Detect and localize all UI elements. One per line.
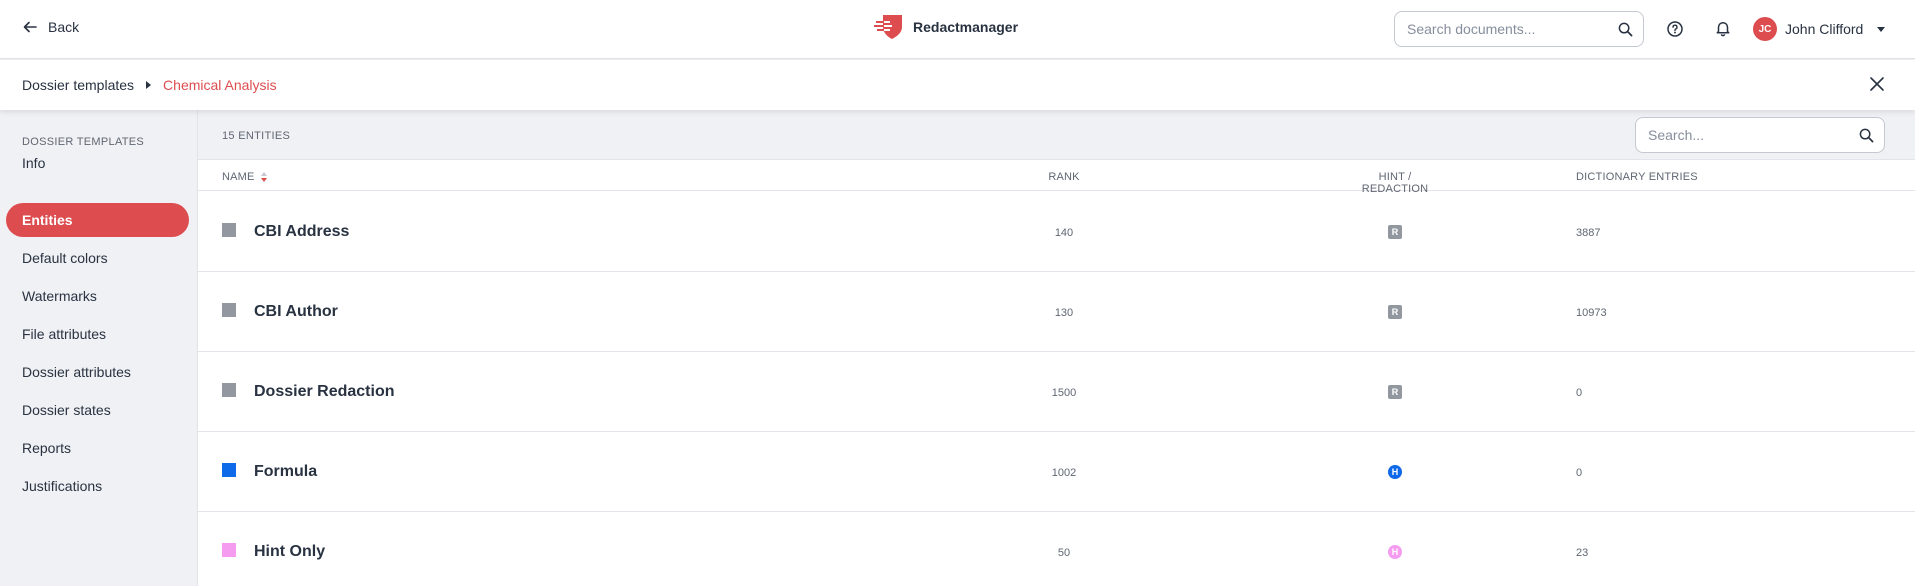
sidebar-item-entities[interactable]: Entities	[6, 203, 189, 237]
sidebar-item-reports[interactable]: Reports	[6, 431, 189, 465]
search-icon[interactable]	[1859, 128, 1874, 143]
breadcrumb: Dossier templates Chemical Analysis	[22, 77, 277, 93]
breadcrumb-current[interactable]: Chemical Analysis	[163, 77, 277, 93]
entity-rank: 50	[1057, 547, 1071, 559]
document-search	[1394, 11, 1644, 47]
app-logo: Redactmanager	[874, 13, 1018, 41]
sidebar-item-file-attributes[interactable]: File attributes	[6, 317, 189, 351]
entities-panel: 15 ENTITIES NAME RANK HINT / REDACTION D…	[197, 110, 1915, 586]
app-name: Redactmanager	[913, 19, 1019, 35]
sidebar-item-justifications[interactable]: Justifications	[6, 469, 189, 503]
table-header: NAME RANK HINT / REDACTION DICTIONARY EN…	[198, 161, 1915, 195]
entity-name: CBI Address	[254, 223, 350, 240]
top-header: Back Redactmanager JC John Clifford	[0, 0, 1915, 59]
breadcrumb-bar: Dossier templates Chemical Analysis	[0, 60, 1915, 110]
type-badge: H	[1388, 545, 1402, 559]
dictionary-entries: 3887	[1576, 227, 1601, 239]
sidebar-item-dossier-attributes[interactable]: Dossier attributes	[6, 355, 189, 389]
type-badge: R	[1388, 305, 1402, 319]
shield-logo-icon	[874, 15, 902, 39]
type-badge: H	[1388, 465, 1402, 479]
entity-search	[1635, 117, 1885, 153]
entity-count: 15 ENTITIES	[222, 130, 291, 142]
color-swatch	[222, 543, 236, 557]
user-menu[interactable]: JC John Clifford	[1753, 17, 1886, 41]
entity-rank: 1002	[1051, 467, 1077, 479]
color-swatch	[222, 223, 236, 237]
dictionary-entries: 0	[1576, 387, 1583, 399]
caret-down-icon	[1877, 26, 1886, 32]
entity-name: Hint Only	[254, 543, 326, 560]
dictionary-entries: 0	[1576, 467, 1583, 479]
back-button[interactable]: Back	[22, 19, 79, 35]
bell-icon[interactable]	[1714, 19, 1732, 37]
avatar: JC	[1753, 17, 1777, 41]
color-swatch	[222, 383, 236, 397]
help-icon[interactable]	[1666, 20, 1684, 38]
color-swatch	[222, 303, 236, 317]
table-row[interactable]: Dossier Redaction 1500 R 0	[198, 352, 1915, 432]
column-name-label: NAME	[222, 171, 255, 183]
document-search-input[interactable]	[1407, 21, 1618, 37]
list-toolbar: 15 ENTITIES	[198, 110, 1915, 160]
sidebar-item-info[interactable]: Info	[6, 146, 189, 180]
column-header-name[interactable]: NAME	[222, 171, 267, 183]
entity-rank: 140	[1054, 227, 1074, 239]
search-icon[interactable]	[1618, 22, 1633, 37]
breadcrumb-dossier-templates[interactable]: Dossier templates	[22, 77, 134, 93]
dictionary-entries: 23	[1576, 547, 1589, 559]
entity-name: Formula	[254, 463, 318, 480]
sidebar-item-watermarks[interactable]: Watermarks	[6, 279, 189, 313]
entity-name: Dossier Redaction	[254, 383, 395, 400]
column-header-entries: DICTIONARY ENTRIES	[1576, 171, 1698, 183]
color-swatch	[222, 463, 236, 477]
table-row[interactable]: Formula 1002 H 0	[198, 432, 1915, 512]
caret-right-icon	[146, 81, 152, 89]
table-row[interactable]: Hint Only 50 H 23	[198, 512, 1915, 586]
arrow-left-icon	[23, 21, 37, 33]
sidebar-item-default-colors[interactable]: Default colors	[6, 241, 189, 275]
dictionary-entries: 10973	[1576, 307, 1607, 319]
sidebar-item-dossier-states[interactable]: Dossier states	[6, 393, 189, 427]
table-row[interactable]: CBI Address 140 R 3887	[198, 192, 1915, 272]
close-icon[interactable]	[1868, 75, 1886, 93]
column-header-rank: RANK	[1048, 171, 1080, 183]
sidebar: DOSSIER TEMPLATES Info Entities Default …	[0, 110, 197, 586]
type-badge: R	[1388, 225, 1402, 239]
type-badge: R	[1388, 385, 1402, 399]
entity-rank: 1500	[1051, 387, 1077, 399]
sort-icon[interactable]	[260, 172, 267, 183]
entity-search-input[interactable]	[1648, 127, 1859, 143]
table-row[interactable]: CBI Author 130 R 10973	[198, 272, 1915, 352]
entity-name: CBI Author	[254, 303, 338, 320]
entity-rank: 130	[1054, 307, 1074, 319]
back-label: Back	[48, 19, 80, 35]
user-name: John Clifford	[1785, 21, 1864, 37]
